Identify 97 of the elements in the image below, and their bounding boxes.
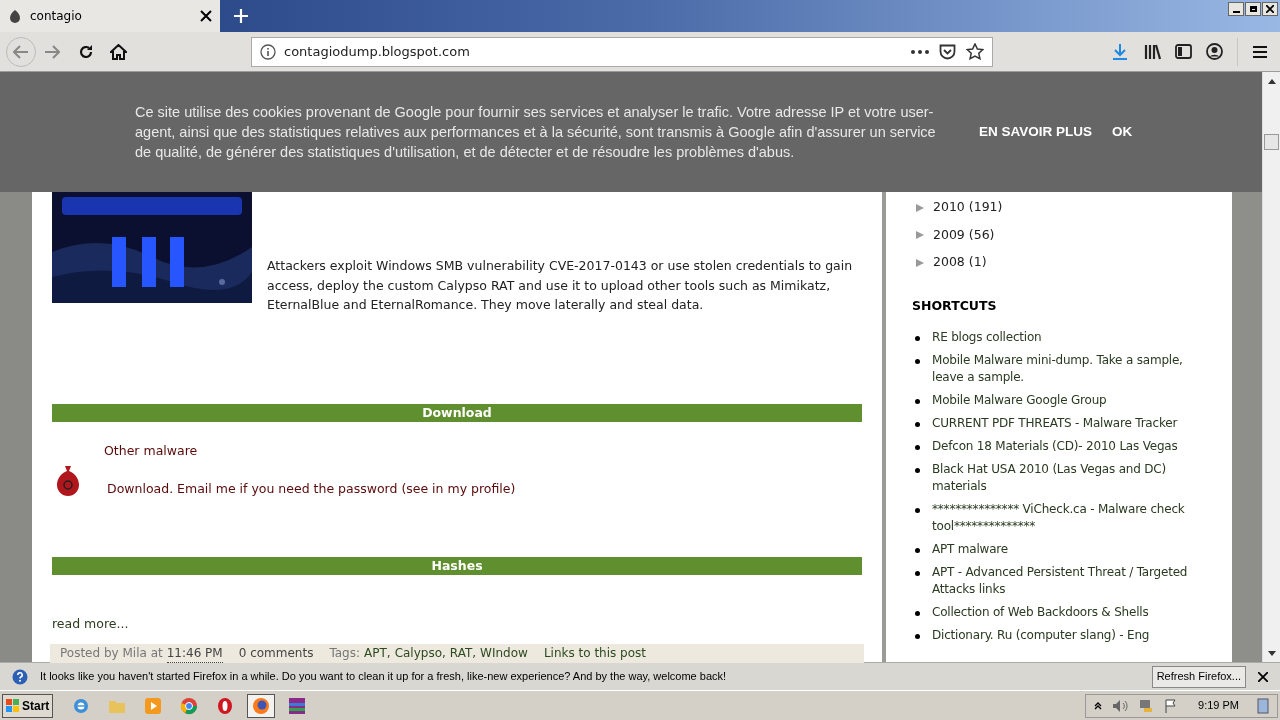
archive-year-link[interactable]: 2010 [933, 198, 965, 218]
shortcut-link[interactable]: Collection of Web Backdoors & Shells [932, 604, 1208, 622]
bullet-icon [915, 399, 920, 405]
post-paragraph: Attackers exploit Windows SMB vulnerability CVE-2017-0143 or use stolen credentials to gain access, deploy the custom Calypso RAT and use it to upload other tools such as Mimikatz, EternalBlue and EternalRomance. They move laterally and steal data. [267, 257, 854, 314]
bullet-icon [915, 468, 920, 474]
cookie-button[interactable]: EN SAVOIR PLUS [979, 121, 1093, 143]
start-button[interactable]: Start [2, 693, 54, 718]
bullet-icon [915, 548, 920, 554]
shortcut-link[interactable]: *************** ViCheck.ca - Malware check tool************** [932, 501, 1208, 536]
sidebar-heading: SHORTCUTS [912, 296, 998, 315]
bullet-icon [915, 359, 920, 365]
tag-link[interactable]: Calypso, [394, 644, 446, 663]
tab-favicon [8, 9, 22, 23]
archive-year-link[interactable]: 2008 [933, 253, 965, 273]
posted-by-text: Posted by Mila at [60, 645, 163, 663]
section-heading-bar: Hashes [52, 557, 862, 575]
home-icon[interactable] [110, 43, 127, 60]
question-icon [12, 668, 28, 685]
windows-logo-icon [6, 698, 20, 713]
menu-icon[interactable] [1252, 44, 1268, 59]
reload-icon[interactable] [78, 43, 94, 60]
close-icon[interactable] [200, 10, 212, 22]
post-time-link[interactable]: 11:46 PM [166, 643, 223, 663]
tags-label: Tags: [329, 645, 361, 663]
bullet-icon [915, 634, 920, 640]
address-bar[interactable]: contagiodump.blogspot.com [251, 36, 993, 67]
biohazard-bag-icon [55, 463, 81, 496]
speaker-icon[interactable] [1112, 698, 1129, 713]
expand-arrow-icon[interactable] [915, 257, 925, 268]
library-icon[interactable] [1144, 43, 1161, 60]
sidebar-icon[interactable] [1175, 44, 1192, 59]
forward-arrow-icon[interactable] [44, 44, 60, 59]
network-icon[interactable] [1138, 698, 1155, 713]
close-icon[interactable] [1258, 671, 1268, 682]
shortcut-link[interactable]: Black Hat USA 2010 (Las Vegas and DC) materials [932, 461, 1208, 496]
url-text: contagiodump.blogspot.com [284, 42, 471, 61]
tab-title: contagio [30, 8, 83, 25]
cookie-button[interactable]: OK [1112, 121, 1133, 143]
back-arrow-icon [13, 44, 29, 59]
bullet-icon [915, 422, 920, 428]
taskbar-app-button[interactable] [247, 693, 276, 718]
notification-text: It looks like you haven't started Firefox in a while. Do you want to clean it up for a fresh, like-new experience? And by the way, welcome back! [40, 669, 728, 685]
shortcut-link[interactable]: RE blogs collection [932, 329, 1208, 347]
new-tab-icon[interactable] [234, 9, 248, 23]
tag-link[interactable]: APT, [364, 644, 391, 663]
shortcut-link[interactable]: Defcon 18 Materials (CD)- 2010 Las Vegas [932, 438, 1208, 456]
bullet-icon [915, 508, 920, 514]
cookie-text: Ce site utilise des cookies provenant de Google pour fournir ses services et analyser le trafic. Votre adresse IP et votre user-agent, ainsi que des statistiques relatives aux performances et à la sécurité, sont transmis à Google afin d'assurer un service de qualité, de générer des statistiques d'utilisation, et de détecter et de résoudre les problèmes d'abus. [135, 103, 937, 162]
pocket-icon[interactable] [939, 43, 956, 60]
refresh-firefox-button[interactable]: Refresh Firefox... [1151, 665, 1246, 688]
bullet-icon [915, 336, 920, 342]
tag-link[interactable]: WIndow [480, 644, 528, 663]
archive-count: (191) [968, 198, 1003, 217]
shortcut-link[interactable]: CURRENT PDF THREATS - Malware Tracker [932, 415, 1208, 433]
bullet-icon [915, 571, 920, 577]
fox-globe-icon [252, 696, 271, 715]
archive-year-link[interactable]: 2009 [933, 225, 965, 245]
download-icon[interactable] [1112, 43, 1128, 60]
expand-arrow-icon[interactable] [915, 230, 925, 241]
browser-tab[interactable]: contagio [0, 0, 220, 32]
minimize-window-button[interactable] [1228, 2, 1244, 16]
o-ring-icon [216, 696, 235, 715]
chrome-icon [180, 696, 199, 715]
chevron-up-icon[interactable] [1094, 701, 1103, 710]
globe-e-icon [72, 696, 91, 715]
read-more-link[interactable]: read more... [52, 615, 129, 634]
info-icon[interactable] [260, 43, 276, 60]
restore-window-button[interactable] [1245, 2, 1261, 16]
play-icon [144, 696, 163, 715]
scrollbar[interactable] [1262, 72, 1280, 662]
expand-arrow-icon[interactable] [915, 202, 925, 213]
bullet-icon [915, 445, 920, 451]
download-link[interactable]: Download. Email me if you need the password (see in my profile) [107, 480, 516, 499]
bullet-icon [915, 611, 920, 617]
shortcut-link[interactable]: Dictionary. Ru (computer slang) - Eng [932, 627, 1208, 645]
backlinks-link[interactable]: Links to this post [543, 644, 647, 663]
archive-icon [288, 696, 307, 715]
close-icon [1266, 5, 1274, 13]
more-icon[interactable] [911, 49, 929, 54]
star-icon[interactable] [966, 43, 984, 60]
shortcut-link[interactable]: APT malware [932, 541, 1208, 559]
scroll-down-icon[interactable] [1267, 650, 1276, 656]
archive-count: (1) [968, 253, 987, 272]
shortcut-link[interactable]: Mobile Malware Google Group [932, 392, 1208, 410]
tag-link[interactable]: RAT, [449, 644, 477, 663]
archive-count: (56) [968, 225, 995, 244]
account-icon[interactable] [1206, 43, 1223, 60]
close-window-button[interactable] [1262, 2, 1278, 16]
scroll-up-icon[interactable] [1267, 78, 1276, 84]
scroll-thumb[interactable] [1264, 134, 1279, 150]
comments-link[interactable]: 0 comments [238, 644, 314, 663]
shortcut-link[interactable]: Mobile Malware mini-dump. Take a sample, leave a sample. [932, 352, 1208, 387]
flag-icon[interactable] [1164, 698, 1179, 713]
shortcut-link[interactable]: APT - Advanced Persistent Threat / Targeted Attacks links [932, 564, 1208, 599]
section-heading-bar: Download [52, 403, 862, 422]
clock[interactable]: 9:19 PM [1198, 697, 1239, 714]
download-title[interactable]: Other malware [104, 441, 516, 461]
